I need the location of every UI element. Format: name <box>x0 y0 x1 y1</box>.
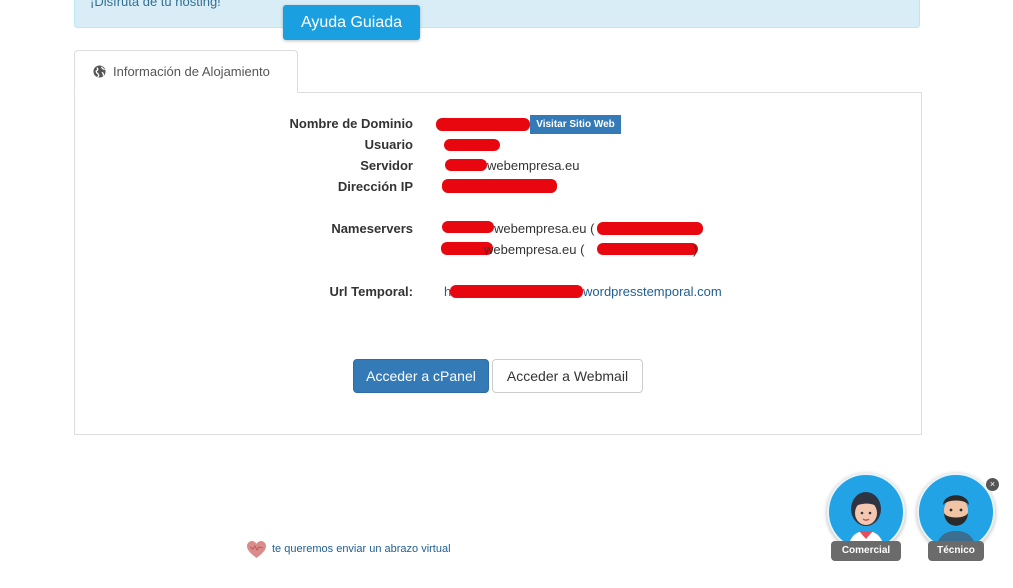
redaction-mark <box>436 118 530 131</box>
technical-agent-label[interactable]: Técnico <box>928 541 984 561</box>
temp-url-label: Url Temporal: <box>329 284 413 299</box>
nameservers-label: Nameservers <box>331 221 413 236</box>
user-label: Usuario <box>364 137 413 152</box>
redaction-mark <box>597 243 698 255</box>
close-chat-icon[interactable]: × <box>986 478 999 491</box>
access-cpanel-button[interactable]: Acceder a cPanel <box>353 359 489 393</box>
domain-label: Nombre de Dominio <box>289 116 413 131</box>
redaction-mark <box>442 221 494 233</box>
commercial-agent-button[interactable] <box>827 473 905 551</box>
nameserver-2-tail: ) <box>693 242 698 257</box>
woman-avatar-icon <box>847 492 885 549</box>
redaction-mark <box>445 159 487 171</box>
guided-help-button[interactable]: Ayuda Guiada <box>283 5 420 40</box>
alert-text: ¡Disfruta de tu hosting! <box>90 0 221 9</box>
redaction-mark <box>597 222 703 235</box>
server-value: webempresa.eu <box>487 158 580 173</box>
commercial-agent-label[interactable]: Comercial <box>831 541 901 561</box>
redaction-mark <box>450 285 583 298</box>
technical-agent-button[interactable] <box>917 473 995 551</box>
tab-label: Información de Alojamiento <box>113 64 270 79</box>
globe-icon <box>93 65 106 78</box>
access-webmail-button[interactable]: Acceder a Webmail <box>492 359 643 393</box>
hug-link[interactable]: te queremos enviar un abrazo virtual <box>272 543 451 555</box>
tab-hosting-info[interactable]: Información de Alojamiento <box>74 50 298 93</box>
redaction-mark <box>444 139 500 151</box>
ip-label: Dirección IP <box>337 179 413 194</box>
nameserver-1-value: webempresa.eu ( <box>494 221 595 236</box>
heart-icon <box>247 541 266 558</box>
bearded-man-avatar-icon <box>935 495 977 549</box>
visit-site-button[interactable]: Visitar Sitio Web <box>530 115 621 134</box>
redaction-mark <box>442 179 557 193</box>
temp-url-link[interactable]: wordpresstemporal.com <box>583 284 722 299</box>
info-alert: ¡Disfruta de tu hosting! <box>74 0 920 28</box>
server-label: Servidor <box>360 158 413 173</box>
nameserver-2-value: webempresa.eu ( <box>484 242 585 257</box>
